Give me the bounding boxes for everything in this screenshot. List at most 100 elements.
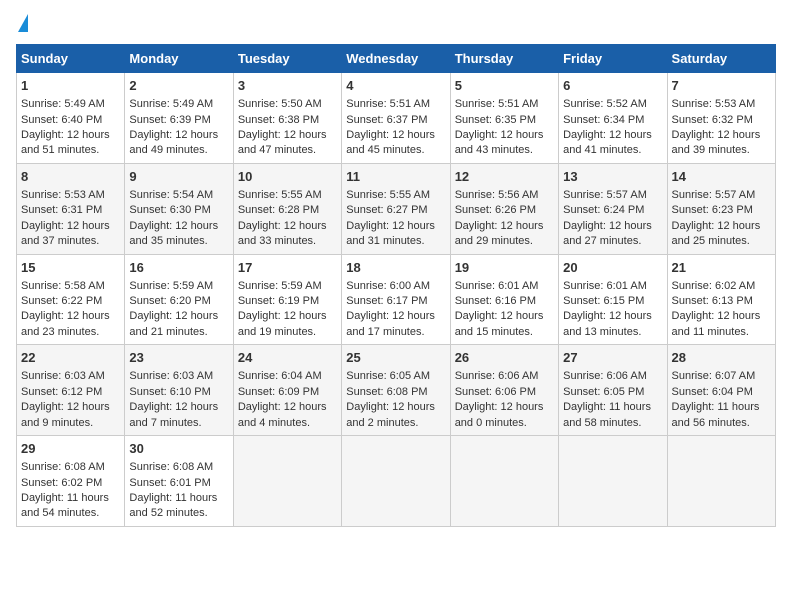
day-info: Sunset: 6:30 PM bbox=[129, 203, 228, 218]
weekday-header-monday: Monday bbox=[125, 45, 233, 73]
day-info: Daylight: 12 hours bbox=[346, 219, 445, 234]
day-info: Sunset: 6:34 PM bbox=[563, 113, 662, 128]
day-info: and 25 minutes. bbox=[672, 234, 771, 249]
day-info: Daylight: 12 hours bbox=[238, 128, 337, 143]
day-info: Sunset: 6:38 PM bbox=[238, 113, 337, 128]
day-info: Sunset: 6:23 PM bbox=[672, 203, 771, 218]
day-info: Sunset: 6:16 PM bbox=[455, 294, 554, 309]
day-info: Sunrise: 6:07 AM bbox=[672, 369, 771, 384]
calendar-cell: 9Sunrise: 5:54 AMSunset: 6:30 PMDaylight… bbox=[125, 163, 233, 254]
day-info: Sunset: 6:08 PM bbox=[346, 385, 445, 400]
day-info: Sunrise: 6:00 AM bbox=[346, 279, 445, 294]
day-info: Sunrise: 6:08 AM bbox=[129, 460, 228, 475]
calendar-cell: 22Sunrise: 6:03 AMSunset: 6:12 PMDayligh… bbox=[17, 345, 125, 436]
day-info: and 9 minutes. bbox=[21, 416, 120, 431]
day-info: Daylight: 12 hours bbox=[129, 309, 228, 324]
calendar-cell: 20Sunrise: 6:01 AMSunset: 6:15 PMDayligh… bbox=[559, 254, 667, 345]
day-info: Daylight: 12 hours bbox=[563, 128, 662, 143]
day-number: 30 bbox=[129, 440, 228, 458]
day-info: Daylight: 12 hours bbox=[21, 400, 120, 415]
day-info: and 41 minutes. bbox=[563, 143, 662, 158]
day-info: Daylight: 12 hours bbox=[238, 309, 337, 324]
day-info: Daylight: 12 hours bbox=[455, 219, 554, 234]
day-info: Sunrise: 6:03 AM bbox=[21, 369, 120, 384]
day-info: Sunrise: 5:57 AM bbox=[672, 188, 771, 203]
calendar-cell: 14 Sunrise: 5:57 AMSunset: 6:23 PMDayligh… bbox=[667, 163, 775, 254]
calendar-cell: 4Sunrise: 5:51 AMSunset: 6:37 PMDaylight… bbox=[342, 73, 450, 164]
calendar-cell bbox=[559, 436, 667, 527]
calendar-cell: 8Sunrise: 5:53 AMSunset: 6:31 PMDaylight… bbox=[17, 163, 125, 254]
calendar-week-row: 22Sunrise: 6:03 AMSunset: 6:12 PMDayligh… bbox=[17, 345, 776, 436]
day-number: 12 bbox=[455, 168, 554, 186]
calendar-cell: 24Sunrise: 6:04 AMSunset: 6:09 PMDayligh… bbox=[233, 345, 341, 436]
day-info: and 47 minutes. bbox=[238, 143, 337, 158]
calendar-cell bbox=[667, 436, 775, 527]
day-info: and 35 minutes. bbox=[129, 234, 228, 249]
day-number: 13 bbox=[563, 168, 662, 186]
day-info: Daylight: 12 hours bbox=[238, 219, 337, 234]
day-info: Sunrise: 5:53 AM bbox=[21, 188, 120, 203]
day-info: Sunset: 6:39 PM bbox=[129, 113, 228, 128]
day-info: Sunset: 6:04 PM bbox=[672, 385, 771, 400]
day-info: Daylight: 12 hours bbox=[455, 309, 554, 324]
day-info: and 33 minutes. bbox=[238, 234, 337, 249]
day-number: 18 bbox=[346, 259, 445, 277]
day-info: Daylight: 12 hours bbox=[563, 219, 662, 234]
day-info: and 21 minutes. bbox=[129, 325, 228, 340]
calendar-body: 1Sunrise: 5:49 AMSunset: 6:40 PMDaylight… bbox=[17, 73, 776, 527]
calendar-cell bbox=[342, 436, 450, 527]
day-info: Sunrise: 6:06 AM bbox=[455, 369, 554, 384]
day-info: Daylight: 12 hours bbox=[672, 219, 771, 234]
day-info: and 2 minutes. bbox=[346, 416, 445, 431]
calendar-cell: 7Sunrise: 5:53 AMSunset: 6:32 PMDaylight… bbox=[667, 73, 775, 164]
weekday-header-friday: Friday bbox=[559, 45, 667, 73]
day-info: and 4 minutes. bbox=[238, 416, 337, 431]
calendar-cell: 18Sunrise: 6:00 AMSunset: 6:17 PMDayligh… bbox=[342, 254, 450, 345]
day-info: Sunset: 6:32 PM bbox=[672, 113, 771, 128]
calendar-header: SundayMondayTuesdayWednesdayThursdayFrid… bbox=[17, 45, 776, 73]
day-info: Daylight: 12 hours bbox=[129, 400, 228, 415]
day-info: and 49 minutes. bbox=[129, 143, 228, 158]
day-info: Sunset: 6:28 PM bbox=[238, 203, 337, 218]
calendar-week-row: 29Sunrise: 6:08 AMSunset: 6:02 PMDayligh… bbox=[17, 436, 776, 527]
day-info: Sunset: 6:31 PM bbox=[21, 203, 120, 218]
day-info: Sunset: 6:20 PM bbox=[129, 294, 228, 309]
day-info: and 56 minutes. bbox=[672, 416, 771, 431]
weekday-header-sunday: Sunday bbox=[17, 45, 125, 73]
weekday-header-thursday: Thursday bbox=[450, 45, 558, 73]
day-info: and 37 minutes. bbox=[21, 234, 120, 249]
day-info: Sunset: 6:24 PM bbox=[563, 203, 662, 218]
day-info: Daylight: 11 hours bbox=[672, 400, 771, 415]
day-number: 24 bbox=[238, 349, 337, 367]
day-info: and 7 minutes. bbox=[129, 416, 228, 431]
calendar-cell: 1Sunrise: 5:49 AMSunset: 6:40 PMDaylight… bbox=[17, 73, 125, 164]
day-info: and 52 minutes. bbox=[129, 506, 228, 521]
day-info: Daylight: 12 hours bbox=[129, 219, 228, 234]
day-info: Sunset: 6:05 PM bbox=[563, 385, 662, 400]
day-info: Sunset: 6:35 PM bbox=[455, 113, 554, 128]
calendar-cell: 17Sunrise: 5:59 AMSunset: 6:19 PMDayligh… bbox=[233, 254, 341, 345]
calendar-week-row: 15Sunrise: 5:58 AMSunset: 6:22 PMDayligh… bbox=[17, 254, 776, 345]
logo bbox=[16, 16, 28, 34]
day-info: Sunrise: 5:55 AM bbox=[238, 188, 337, 203]
day-info: and 43 minutes. bbox=[455, 143, 554, 158]
day-number: 14 bbox=[672, 168, 771, 186]
calendar-week-row: 1Sunrise: 5:49 AMSunset: 6:40 PMDaylight… bbox=[17, 73, 776, 164]
day-number: 23 bbox=[129, 349, 228, 367]
weekday-header-wednesday: Wednesday bbox=[342, 45, 450, 73]
day-info: Sunset: 6:12 PM bbox=[21, 385, 120, 400]
day-info: Sunrise: 5:57 AM bbox=[563, 188, 662, 203]
day-number: 27 bbox=[563, 349, 662, 367]
day-info: Sunrise: 5:54 AM bbox=[129, 188, 228, 203]
calendar-cell: 19Sunrise: 6:01 AMSunset: 6:16 PMDayligh… bbox=[450, 254, 558, 345]
day-info: Sunrise: 6:02 AM bbox=[672, 279, 771, 294]
calendar-cell: 6Sunrise: 5:52 AMSunset: 6:34 PMDaylight… bbox=[559, 73, 667, 164]
day-info: Daylight: 12 hours bbox=[563, 309, 662, 324]
day-number: 25 bbox=[346, 349, 445, 367]
calendar-cell: 27Sunrise: 6:06 AMSunset: 6:05 PMDayligh… bbox=[559, 345, 667, 436]
day-info: Sunrise: 5:51 AM bbox=[455, 97, 554, 112]
day-info: Sunrise: 5:51 AM bbox=[346, 97, 445, 112]
day-info: Sunrise: 6:01 AM bbox=[455, 279, 554, 294]
calendar-cell: 28Sunrise: 6:07 AMSunset: 6:04 PMDayligh… bbox=[667, 345, 775, 436]
calendar-cell: 30Sunrise: 6:08 AMSunset: 6:01 PMDayligh… bbox=[125, 436, 233, 527]
